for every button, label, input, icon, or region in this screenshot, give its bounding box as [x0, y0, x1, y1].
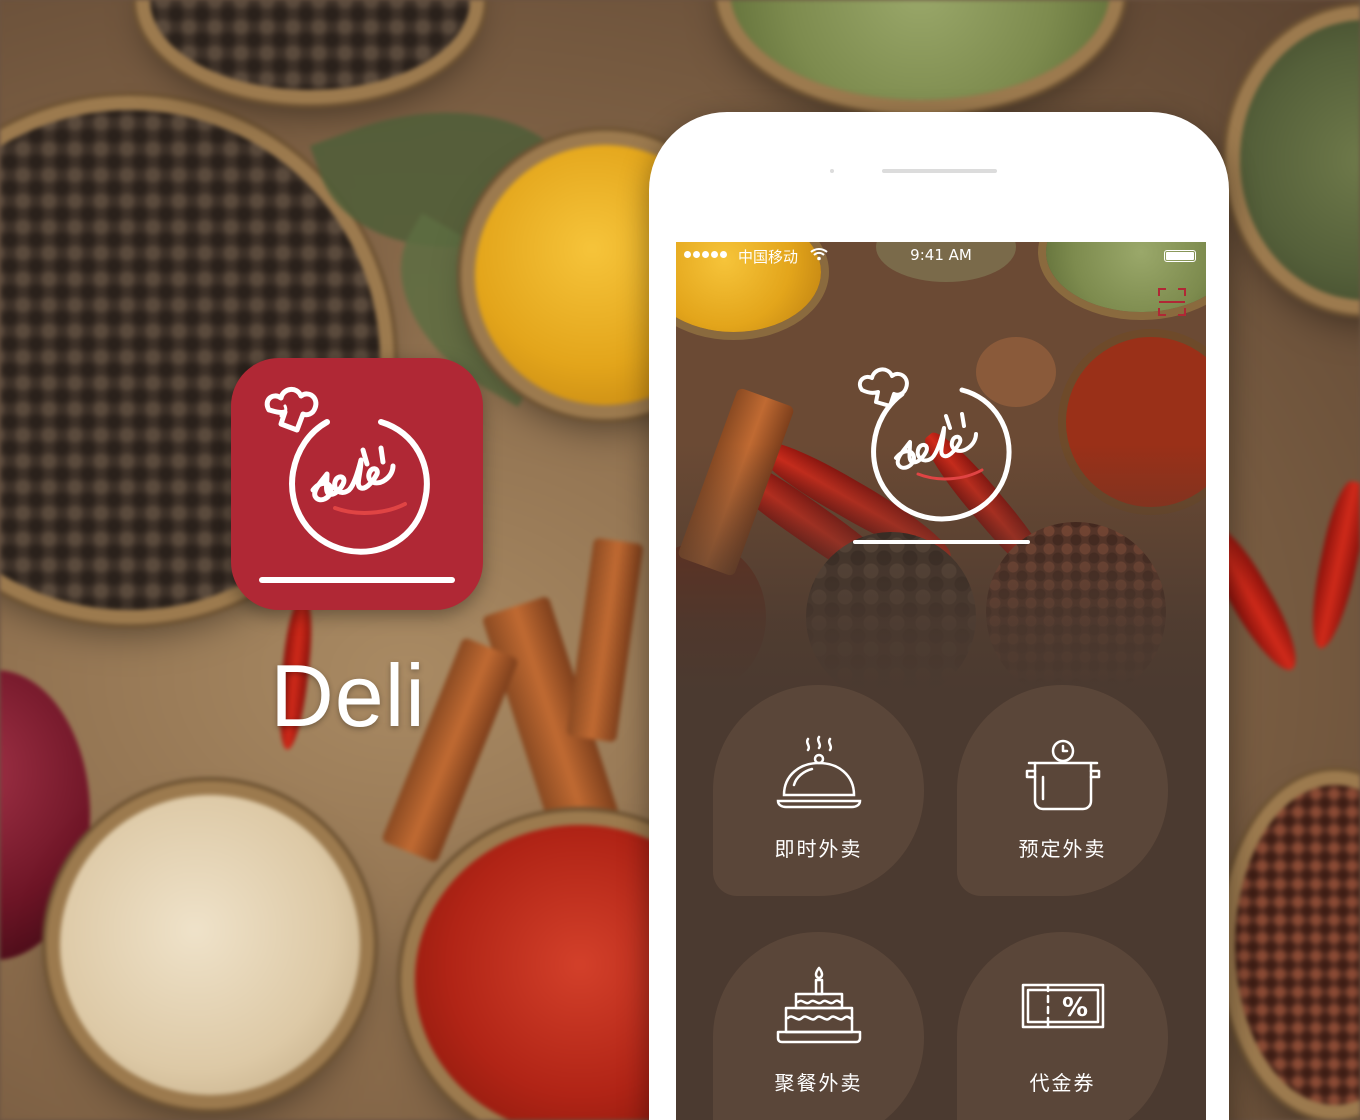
cloche-icon — [776, 735, 861, 809]
status-bar: 中国移动 9:41 AM — [676, 242, 1206, 270]
tile-label: 代金券 — [1029, 1071, 1096, 1095]
scan-icon[interactable] — [1157, 287, 1187, 317]
tile-instant-delivery[interactable]: 即时外卖 — [713, 685, 924, 896]
pot-clock-icon — [1025, 739, 1100, 811]
tile-scheduled-delivery[interactable]: 预定外卖 — [957, 685, 1168, 896]
coupon-icon: % — [1021, 983, 1104, 1029]
phone-screen: 中国移动 9:41 AM 即时外卖 预定外卖 聚餐外卖 % 代金券 — [676, 242, 1206, 1120]
tile-group-delivery[interactable]: 聚餐外卖 — [713, 932, 924, 1120]
svg-text:%: % — [1061, 993, 1087, 1023]
deli-logo-icon — [857, 367, 1012, 522]
logo-underline — [853, 540, 1030, 544]
tile-voucher[interactable]: % 代金券 — [957, 932, 1168, 1120]
clock: 9:41 AM — [910, 246, 972, 264]
app-name: Deli — [270, 646, 426, 745]
battery-icon — [1164, 250, 1196, 262]
tile-label: 预定外卖 — [1018, 837, 1107, 861]
cake-icon — [776, 966, 861, 1044]
tile-label: 即时外卖 — [774, 837, 863, 861]
tile-label: 聚餐外卖 — [774, 1071, 863, 1095]
app-icon — [231, 358, 483, 610]
deli-logo-icon — [259, 387, 455, 583]
phone-speaker — [882, 169, 997, 173]
phone-camera — [830, 169, 834, 173]
